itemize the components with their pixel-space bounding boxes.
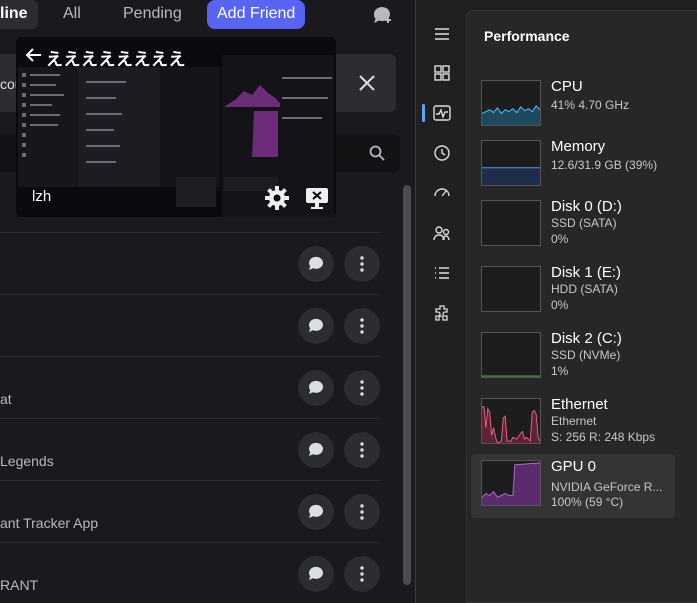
cpu-graph xyxy=(481,80,541,126)
perf-usage: 100% (59 °C) xyxy=(551,495,624,509)
page-title: Performance xyxy=(484,28,570,44)
list-item[interactable]: at xyxy=(0,356,380,418)
perf-detail: 12.6/31.9 GB (39%) xyxy=(551,158,658,172)
more-button[interactable] xyxy=(344,308,380,344)
users-icon[interactable] xyxy=(432,223,452,243)
memory-graph xyxy=(481,140,541,186)
more-vertical-icon xyxy=(360,566,364,582)
chat-bubble-icon xyxy=(308,256,323,270)
perf-detail: HDD (SATA) xyxy=(551,282,618,296)
perf-name: CPU xyxy=(551,78,583,95)
perf-name: Disk 0 (D:) xyxy=(551,198,622,215)
perf-item-cpu[interactable]: CPU 41% 4.70 GHz xyxy=(471,74,675,138)
gpu-graph xyxy=(481,460,541,506)
perf-usage: 0% xyxy=(551,298,569,312)
perf-detail: 41% 4.70 GHz xyxy=(551,98,630,112)
tab-all[interactable]: All xyxy=(53,0,91,29)
more-button[interactable] xyxy=(344,494,380,530)
tab-online[interactable]: line xyxy=(0,0,38,29)
perf-item-memory[interactable]: Memory 12.6/31.9 GB (39%) xyxy=(471,134,675,198)
friend-status: RANT xyxy=(0,577,39,593)
friends-tabs: line All Pending Add Friend xyxy=(0,0,415,30)
more-button[interactable] xyxy=(344,246,380,282)
perf-item-gpu0[interactable]: GPU 0 NVIDIA GeForce R... 100% (59 °C) xyxy=(471,454,675,518)
details-icon[interactable] xyxy=(432,263,452,283)
perf-detail: SSD (SATA) xyxy=(551,216,617,230)
message-button[interactable] xyxy=(298,556,334,592)
performance-panel: Performance CPU 41% 4.70 GHz Memory 12.6… xyxy=(466,10,697,603)
ethernet-graph xyxy=(481,398,541,444)
streamer-name: lzh xyxy=(32,188,52,205)
perf-name: Ethernet xyxy=(551,396,608,413)
scrollbar[interactable] xyxy=(403,185,411,585)
more-button[interactable] xyxy=(344,556,380,592)
more-button[interactable] xyxy=(344,370,380,406)
more-vertical-icon xyxy=(360,442,364,458)
perf-usage: 0% xyxy=(551,232,569,246)
list-item[interactable]: Legends xyxy=(0,418,380,480)
gear-icon[interactable] xyxy=(264,185,290,211)
perf-item-disk2[interactable]: Disk 2 (C:) SSD (NVMe) 1% xyxy=(471,326,675,390)
list-item[interactable]: ant Tracker App xyxy=(0,480,380,542)
message-button[interactable] xyxy=(298,246,334,282)
friends-pane: line All Pending Add Friend cou at Legen… xyxy=(0,0,415,603)
list-item[interactable]: RANT xyxy=(0,542,380,603)
message-button[interactable] xyxy=(298,494,334,530)
chat-bubble-icon xyxy=(308,504,323,518)
friend-status: ant Tracker App xyxy=(0,515,99,531)
new-group-dm-icon[interactable] xyxy=(371,4,395,26)
friend-status: at xyxy=(0,391,12,407)
stream-title: ええええええええ xyxy=(46,50,186,69)
more-vertical-icon xyxy=(360,256,364,272)
back-arrow-icon[interactable] xyxy=(26,48,42,62)
perf-detail: NVIDIA GeForce R... xyxy=(551,480,663,494)
more-vertical-icon xyxy=(360,504,364,520)
list-item[interactable] xyxy=(0,294,380,356)
disk0-graph xyxy=(481,200,541,246)
chat-bubble-icon xyxy=(308,566,323,580)
app-history-icon[interactable] xyxy=(432,143,452,163)
perf-name: Memory xyxy=(551,138,606,155)
perf-detail: SSD (NVMe) xyxy=(551,348,621,362)
chat-bubble-icon xyxy=(308,318,323,332)
message-button[interactable] xyxy=(298,308,334,344)
services-icon[interactable] xyxy=(432,303,452,323)
chat-bubble-icon xyxy=(308,442,323,456)
disk1-graph xyxy=(481,266,541,312)
stop-stream-icon[interactable] xyxy=(304,185,330,211)
list-item[interactable] xyxy=(0,232,380,294)
perf-name: GPU 0 xyxy=(551,458,597,475)
chat-bubble-icon xyxy=(308,380,323,394)
add-friend-button[interactable]: Add Friend xyxy=(207,0,306,29)
hamburger-menu-icon[interactable] xyxy=(432,24,452,44)
perf-name: Disk 2 (C:) xyxy=(551,330,622,347)
perf-item-disk0[interactable]: Disk 0 (D:) SSD (SATA) 0% xyxy=(471,194,675,258)
more-vertical-icon xyxy=(360,318,364,334)
disk2-graph xyxy=(481,332,541,378)
friend-status: Legends xyxy=(0,453,54,469)
perf-usage: 1% xyxy=(551,364,569,378)
more-vertical-icon xyxy=(360,380,364,396)
more-button[interactable] xyxy=(344,432,380,468)
startup-apps-icon[interactable] xyxy=(432,183,452,203)
close-icon[interactable] xyxy=(356,72,378,94)
stream-preview-overlay[interactable]: ええええええええ lzh xyxy=(16,37,336,217)
perf-detail: Ethernet xyxy=(551,414,597,428)
processes-icon[interactable] xyxy=(432,63,452,83)
search-icon xyxy=(369,145,385,161)
perf-item-ethernet[interactable]: Ethernet Ethernet S: 256 R: 248 Kbps xyxy=(471,392,675,456)
perf-throughput: S: 256 R: 248 Kbps xyxy=(551,430,656,444)
task-manager-nav xyxy=(416,0,466,603)
tab-pending[interactable]: Pending xyxy=(113,0,192,29)
message-button[interactable] xyxy=(298,370,334,406)
nav-selection-indicator xyxy=(422,104,425,122)
task-manager: Performance CPU 41% 4.70 GHz Memory 12.6… xyxy=(415,0,697,603)
message-button[interactable] xyxy=(298,432,334,468)
perf-name: Disk 1 (E:) xyxy=(551,264,622,281)
performance-icon[interactable] xyxy=(432,103,452,123)
perf-item-disk1[interactable]: Disk 1 (E:) HDD (SATA) 0% xyxy=(471,260,675,324)
